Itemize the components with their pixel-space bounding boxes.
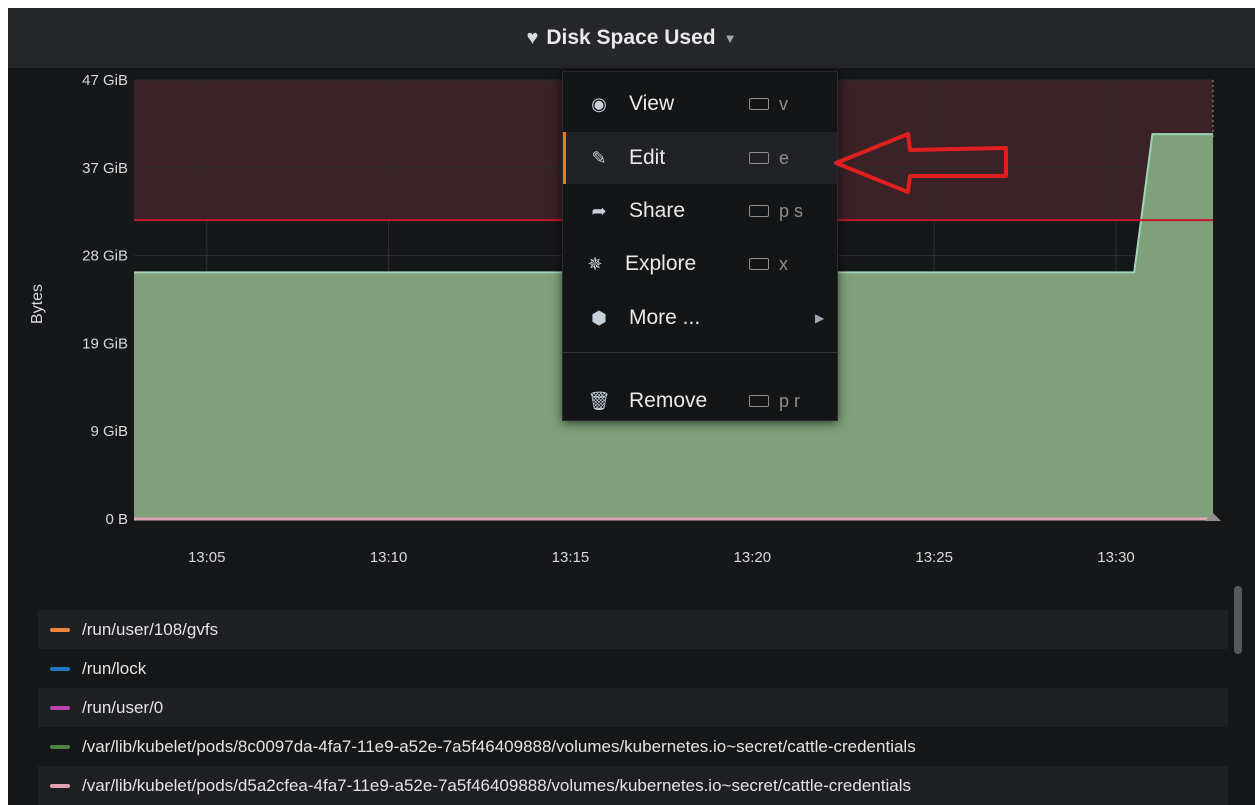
menu-item-explore[interactable]: ✵ Explore x — [563, 238, 837, 290]
x-tick-label: 13:20 — [734, 549, 772, 566]
legend-swatch[interactable] — [50, 705, 70, 710]
legend-label[interactable]: /run/user/108/gvfs — [82, 620, 218, 640]
y-axis-title: Bytes — [29, 284, 46, 324]
shortcut-remove: p r — [749, 391, 800, 412]
menu-item-label: Remove — [629, 389, 708, 412]
legend-label[interactable]: /run/user/0 — [82, 698, 163, 718]
panel-menu: ◉ View v ✎ Edit e ➦ Share p s ✵ Explore … — [562, 71, 838, 421]
keyboard-icon — [749, 395, 769, 407]
keyboard-icon — [749, 205, 769, 217]
cube-icon: ⬢ — [591, 307, 607, 328]
shortcut-view: v — [749, 94, 788, 115]
legend-scrollbar[interactable] — [1234, 586, 1242, 654]
legend-swatch[interactable] — [50, 627, 70, 632]
menu-item-more[interactable]: ⬢ More ... ▶ — [563, 292, 837, 344]
legend: /run/user/108/gvfs/run/lock/run/user/0/v… — [38, 610, 1228, 805]
legend-item[interactable]: /run/user/108/gvfs — [38, 610, 1228, 649]
y-tick-label: 28 GiB — [82, 248, 128, 265]
x-tick-label: 13:10 — [370, 549, 408, 566]
y-tick-label: 0 B — [105, 511, 128, 528]
shortcut-edit: e — [749, 148, 789, 169]
shortcut-key: p r — [779, 390, 801, 411]
menu-item-remove[interactable]: 🗑 Remove p r — [563, 375, 837, 427]
trash-icon: 🗑 — [587, 390, 611, 411]
legend-item[interactable]: /run/user/0 — [38, 688, 1228, 727]
y-tick-label: 9 GiB — [90, 423, 128, 440]
keyboard-icon — [749, 152, 769, 164]
legend-label[interactable]: /var/lib/kubelet/pods/8c0097da-4fa7-11e9… — [82, 737, 916, 757]
legend-item[interactable]: /var/lib/kubelet/pods/8c0097da-4fa7-11e9… — [38, 727, 1228, 766]
menu-divider — [563, 352, 837, 353]
share-icon: ➦ — [591, 200, 607, 221]
x-tick-label: 13:15 — [552, 549, 590, 566]
keyboard-icon — [749, 258, 769, 270]
annotation-arrow-icon — [834, 132, 1008, 194]
menu-item-view[interactable]: ◉ View v — [563, 78, 837, 130]
menu-item-label: Explore — [625, 252, 697, 275]
legend-swatch[interactable] — [50, 744, 70, 749]
legend-swatch[interactable] — [50, 666, 70, 671]
compass-icon: ✵ — [587, 253, 603, 274]
eye-icon: ◉ — [591, 93, 607, 114]
edit-icon: ✎ — [591, 147, 607, 168]
legend-item[interactable]: /var/lib/kubelet/pods/d5a2cfea-4fa7-11e9… — [38, 766, 1228, 805]
shortcut-explore: x — [749, 254, 788, 275]
shortcut-share: p s — [749, 201, 803, 222]
keyboard-icon — [749, 98, 769, 110]
y-tick-label: 37 GiB — [82, 160, 128, 177]
chevron-right-icon: ▶ — [815, 311, 825, 325]
menu-item-share[interactable]: ➦ Share p s — [563, 185, 837, 237]
x-tick-label: 13:05 — [188, 549, 226, 566]
menu-item-edit[interactable]: ✎ Edit e — [563, 132, 837, 184]
menu-item-label: Edit — [629, 146, 666, 169]
menu-item-label: Share — [629, 199, 686, 222]
graph-panel: ♥ Disk Space Used ▼ 47 GiB 37 GiB 28 GiB 19… — [8, 8, 1255, 805]
shortcut-key: x — [779, 253, 788, 274]
legend-item[interactable]: /run/lock — [38, 649, 1228, 688]
y-tick-label: 47 GiB — [82, 72, 128, 89]
y-tick-label: 19 GiB — [82, 335, 128, 352]
menu-item-label: View — [629, 92, 675, 115]
x-tick-label: 13:25 — [915, 549, 953, 566]
legend-swatch[interactable] — [50, 783, 70, 788]
legend-label[interactable]: /run/lock — [82, 659, 146, 679]
legend-label[interactable]: /var/lib/kubelet/pods/d5a2cfea-4fa7-11e9… — [82, 776, 911, 796]
x-tick-label: 13:30 — [1097, 549, 1135, 566]
shortcut-key: v — [779, 93, 788, 114]
menu-item-label: More ... — [629, 306, 701, 329]
shortcut-key: p s — [779, 200, 804, 221]
shortcut-key: e — [779, 147, 790, 168]
